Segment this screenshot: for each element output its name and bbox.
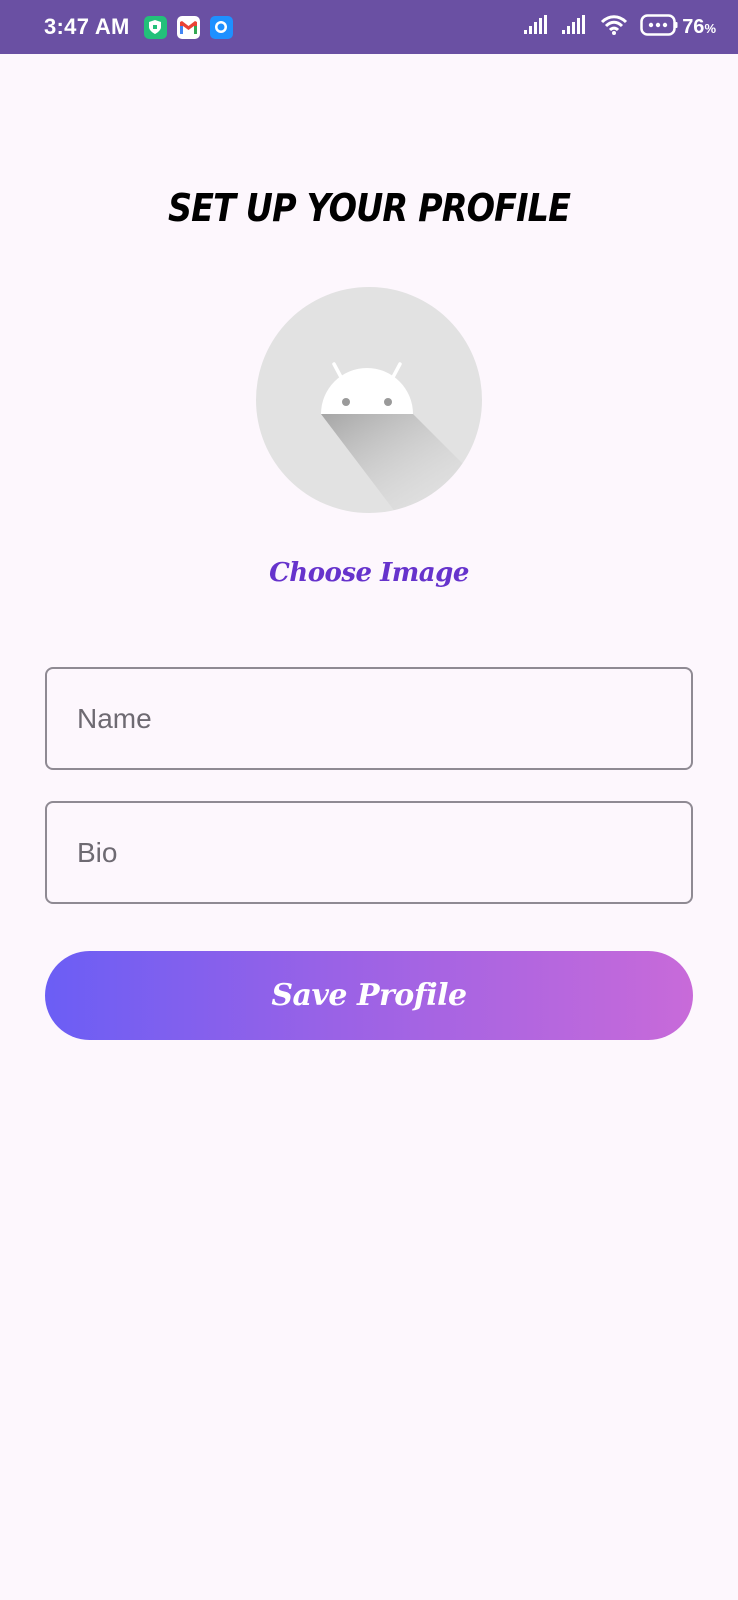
page-title: SET UP YOUR PROFILE: [167, 186, 571, 230]
messenger-icon: [209, 15, 233, 39]
signal-icon: [524, 14, 550, 40]
android-placeholder-icon: [321, 362, 482, 513]
wifi-icon: [600, 14, 628, 41]
avatar[interactable]: [256, 287, 482, 513]
system-status: 76%: [524, 13, 716, 41]
gmail-icon: [176, 15, 200, 39]
status-time: 3:47 AM: [44, 14, 130, 39]
signal-icon: [562, 14, 588, 40]
save-profile-button[interactable]: Save Profile: [45, 951, 693, 1040]
battery-indicator: 76%: [640, 13, 716, 41]
battery-percent: 76%: [682, 15, 716, 38]
battery-icon: [640, 13, 678, 41]
name-field[interactable]: [45, 667, 693, 770]
status-bar: 3:47 AM 76%: [0, 0, 738, 54]
choose-image-link[interactable]: Choose Image: [0, 558, 738, 588]
shield-app-icon: [143, 15, 167, 39]
notification-icons: [143, 15, 233, 39]
bio-field[interactable]: [45, 801, 693, 904]
